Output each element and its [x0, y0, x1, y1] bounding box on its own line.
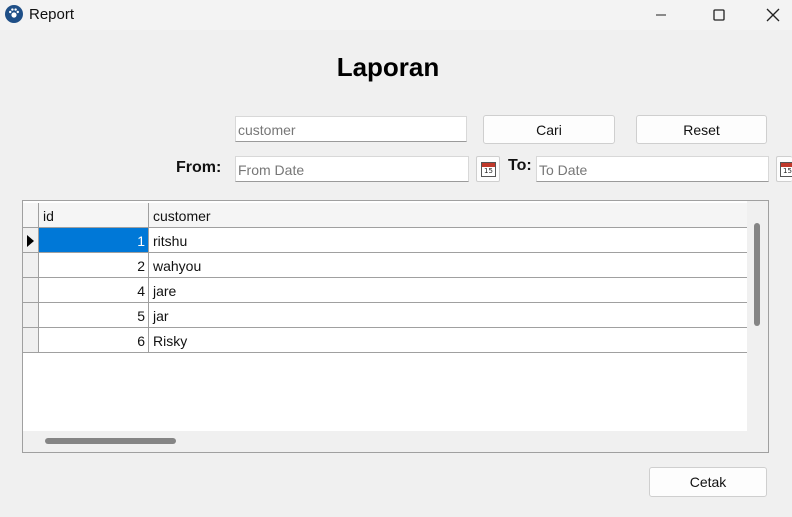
table-row[interactable]: 6 Risky: [23, 328, 747, 353]
vertical-scrollbar[interactable]: [754, 223, 760, 326]
corner-header: [23, 203, 39, 228]
cell-customer[interactable]: Risky: [149, 328, 747, 353]
row-header[interactable]: [23, 228, 39, 253]
cell-customer[interactable]: wahyou: [149, 253, 747, 278]
from-date-calendar-button[interactable]: 15: [476, 156, 500, 182]
maximize-button[interactable]: [696, 0, 742, 30]
cell-customer[interactable]: ritshu: [149, 228, 747, 253]
to-label: To:: [508, 157, 532, 174]
search-button[interactable]: Cari: [483, 115, 615, 144]
calendar-icon: 15: [780, 162, 792, 177]
page-title: Laporan: [336, 52, 440, 82]
cell-id[interactable]: 4: [39, 278, 149, 303]
table-row[interactable]: 5 jar: [23, 303, 747, 328]
minimize-icon: [656, 14, 666, 16]
cell-customer[interactable]: jare: [149, 278, 747, 303]
row-header[interactable]: [23, 328, 39, 353]
grid-viewport: id customer 1 ritshu 2 wahyou 4 jare 5 j…: [23, 201, 747, 431]
column-header-customer[interactable]: customer: [149, 203, 747, 228]
table-row[interactable]: 4 jare: [23, 278, 747, 303]
header-row: id customer: [23, 203, 747, 228]
cell-id[interactable]: 5: [39, 303, 149, 328]
window-title: Report: [29, 6, 75, 23]
cell-customer[interactable]: jar: [149, 303, 747, 328]
close-button[interactable]: [754, 0, 792, 30]
cell-id[interactable]: 1: [39, 228, 149, 253]
paw-icon: [5, 5, 23, 23]
cell-id[interactable]: 6: [39, 328, 149, 353]
print-button[interactable]: Cetak: [649, 467, 767, 497]
table-row[interactable]: 2 wahyou: [23, 253, 747, 278]
reset-button[interactable]: Reset: [636, 115, 767, 144]
calendar-icon: 15: [481, 162, 496, 177]
minimize-button[interactable]: [638, 0, 684, 30]
horizontal-scrollbar[interactable]: [45, 438, 176, 444]
maximize-icon: [713, 9, 725, 21]
from-date-input[interactable]: From Date: [235, 156, 469, 182]
row-header[interactable]: [23, 303, 39, 328]
to-date-calendar-button[interactable]: 15: [776, 156, 792, 182]
current-row-arrow-icon: [27, 235, 34, 247]
calendar-day: 15: [783, 167, 792, 175]
close-icon: [766, 8, 780, 22]
from-label: From:: [176, 159, 222, 176]
row-header[interactable]: [23, 278, 39, 303]
title-bar[interactable]: Report: [0, 0, 792, 30]
report-data-grid[interactable]: id customer 1 ritshu 2 wahyou 4 jare 5 j…: [22, 200, 769, 453]
calendar-day: 15: [484, 167, 493, 175]
to-date-input[interactable]: To Date: [536, 156, 769, 182]
row-header[interactable]: [23, 253, 39, 278]
customer-search-input[interactable]: customer: [235, 116, 467, 142]
cell-id[interactable]: 2: [39, 253, 149, 278]
table-row[interactable]: 1 ritshu: [23, 228, 747, 253]
column-header-id[interactable]: id: [39, 203, 149, 228]
